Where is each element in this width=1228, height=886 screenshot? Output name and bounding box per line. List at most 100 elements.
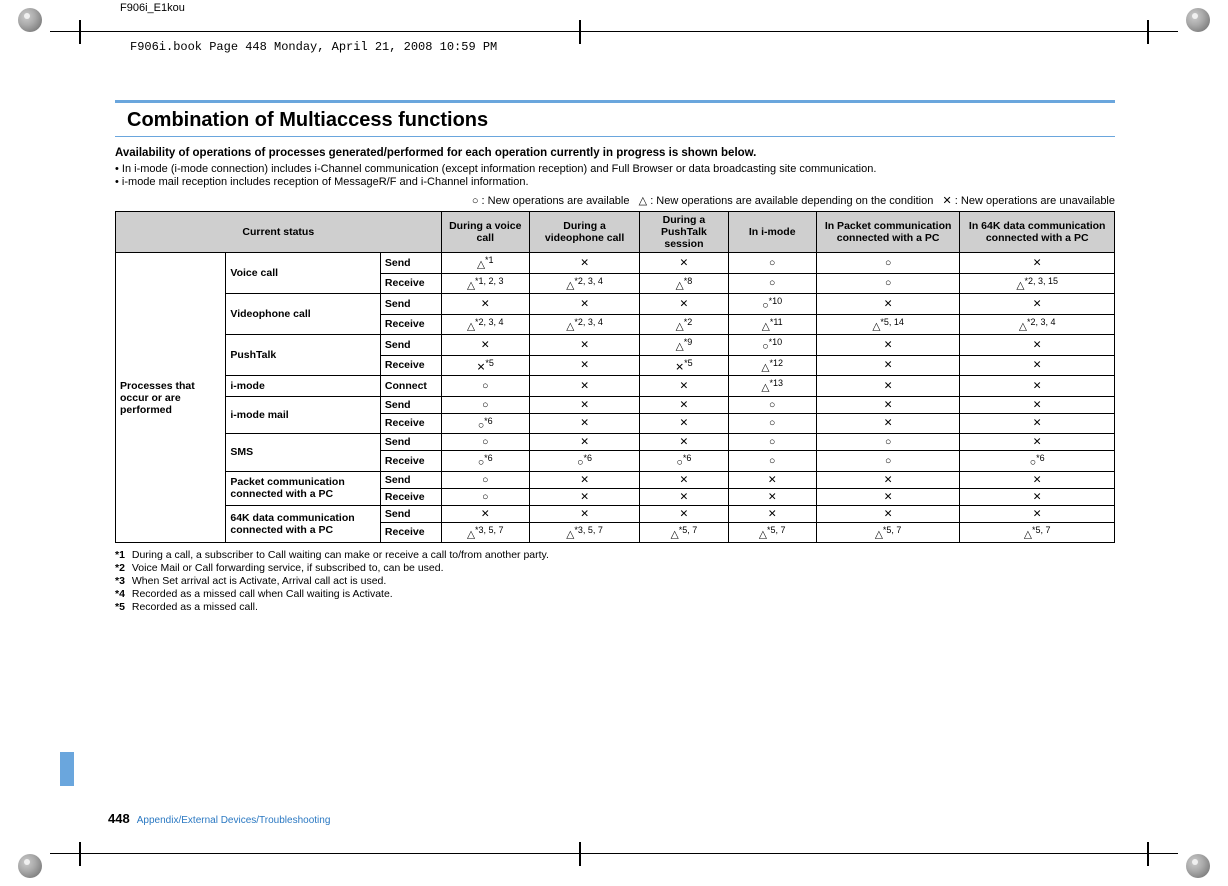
action-label: Send <box>380 505 441 522</box>
cell: ✕ <box>960 335 1115 356</box>
table-row: Packet communication connected with a PC… <box>116 471 1115 488</box>
cell: △*5, 7 <box>816 522 960 543</box>
table-row: Videophone callSend✕✕✕○*10✕✕ <box>116 294 1115 315</box>
cell: ✕ <box>960 413 1115 434</box>
cell: ✕ <box>728 505 816 522</box>
cell: ○*10 <box>728 335 816 356</box>
action-label: Receive <box>380 451 441 472</box>
intro-bullet: In i-mode (i-mode connection) includes i… <box>115 163 1115 175</box>
book-header-line: F906i.book Page 448 Monday, April 21, 20… <box>130 40 497 54</box>
page-tab-marker <box>60 752 74 786</box>
cell: ✕ <box>640 471 728 488</box>
cell: △*5, 7 <box>960 522 1115 543</box>
cell: ○*6 <box>640 451 728 472</box>
action-label: Connect <box>380 376 441 397</box>
th-col: During a videophone call <box>529 212 639 253</box>
cell: ✕ <box>640 376 728 397</box>
cell: ✕ <box>529 335 639 356</box>
cell: ✕ <box>960 396 1115 413</box>
footer-section: Appendix/External Devices/Troubleshootin… <box>137 815 331 826</box>
footnote: *1 During a call, a subscriber to Call w… <box>115 549 1115 561</box>
cell: △*2 <box>640 314 728 335</box>
cell: ✕ <box>441 505 529 522</box>
action-label: Receive <box>380 355 441 376</box>
table-row: PushTalkSend✕✕△*9○*10✕✕ <box>116 335 1115 356</box>
cell: △*2, 3, 4 <box>441 314 529 335</box>
cell: ○ <box>728 396 816 413</box>
group-label: Voice call <box>226 253 381 294</box>
cell: ✕ <box>960 376 1115 397</box>
cell: △*2, 3, 4 <box>529 314 639 335</box>
group-label: PushTalk <box>226 335 381 376</box>
group-label: Packet communication connected with a PC <box>226 471 381 505</box>
cell: ○ <box>728 434 816 451</box>
cell: ○ <box>816 253 960 274</box>
footnote: *3 When Set arrival act is Activate, Arr… <box>115 575 1115 587</box>
cell: ✕ <box>960 294 1115 315</box>
action-label: Send <box>380 335 441 356</box>
cell: ✕ <box>441 335 529 356</box>
registration-dot <box>18 8 42 32</box>
multiaccess-table: Current status During a voice call Durin… <box>115 211 1115 543</box>
page-footer: 448 Appendix/External Devices/Troublesho… <box>108 811 330 826</box>
cell: ✕ <box>640 413 728 434</box>
registration-dot <box>18 854 42 878</box>
table-row: Processes that occur or are performedVoi… <box>116 253 1115 274</box>
cell: ✕ <box>529 396 639 413</box>
cell: ✕ <box>529 505 639 522</box>
page-number: 448 <box>108 811 130 826</box>
th-col: During a voice call <box>441 212 529 253</box>
action-label: Receive <box>380 522 441 543</box>
cell: △*1 <box>441 253 529 274</box>
cell: ✕*5 <box>640 355 728 376</box>
cell: ✕ <box>529 355 639 376</box>
cell: ✕ <box>728 471 816 488</box>
registration-dot <box>1186 8 1210 32</box>
cell: ○ <box>728 253 816 274</box>
th-col: In Packet communication connected with a… <box>816 212 960 253</box>
page-title: Combination of Multiaccess functions <box>115 103 1115 137</box>
cell: △*2, 3, 4 <box>529 273 639 294</box>
legend-conditional: △ : New operations are available dependi… <box>639 195 934 207</box>
intro-text: Availability of operations of processes … <box>115 147 1115 159</box>
cell: ✕ <box>529 488 639 505</box>
cell: △*1, 2, 3 <box>441 273 529 294</box>
cell: ✕ <box>816 471 960 488</box>
cell: ✕ <box>529 376 639 397</box>
cell: ✕ <box>728 488 816 505</box>
cell: ✕*5 <box>441 355 529 376</box>
cell: ✕ <box>816 355 960 376</box>
th-current-status: Current status <box>116 212 442 253</box>
cell: ○*6 <box>441 451 529 472</box>
cell: ○ <box>441 376 529 397</box>
cell: ✕ <box>640 294 728 315</box>
cell: △*11 <box>728 314 816 335</box>
legend: ○ : New operations are available △ : New… <box>115 194 1115 207</box>
registration-dot <box>1186 854 1210 878</box>
action-label: Send <box>380 294 441 315</box>
cell: ✕ <box>816 396 960 413</box>
cell: ○ <box>728 451 816 472</box>
cell: ✕ <box>529 294 639 315</box>
cell: ○ <box>816 434 960 451</box>
group-label: i-mode <box>226 376 381 397</box>
cell: ✕ <box>816 294 960 315</box>
cell: ✕ <box>816 376 960 397</box>
cell: △*3, 5, 7 <box>441 522 529 543</box>
page-body: Combination of Multiaccess functions Ava… <box>115 100 1115 614</box>
cell: ○ <box>728 413 816 434</box>
cell: ✕ <box>960 355 1115 376</box>
cell: ○ <box>728 273 816 294</box>
action-label: Send <box>380 253 441 274</box>
cell: ✕ <box>640 505 728 522</box>
cell: ✕ <box>960 253 1115 274</box>
cell: ○*6 <box>529 451 639 472</box>
cell: ✕ <box>640 396 728 413</box>
cell: ○ <box>441 396 529 413</box>
th-col: In 64K data communication connected with… <box>960 212 1115 253</box>
cell: △*13 <box>728 376 816 397</box>
cell: ○ <box>816 451 960 472</box>
cell: ○ <box>441 434 529 451</box>
action-label: Send <box>380 396 441 413</box>
side-header: Processes that occur or are performed <box>116 253 226 543</box>
